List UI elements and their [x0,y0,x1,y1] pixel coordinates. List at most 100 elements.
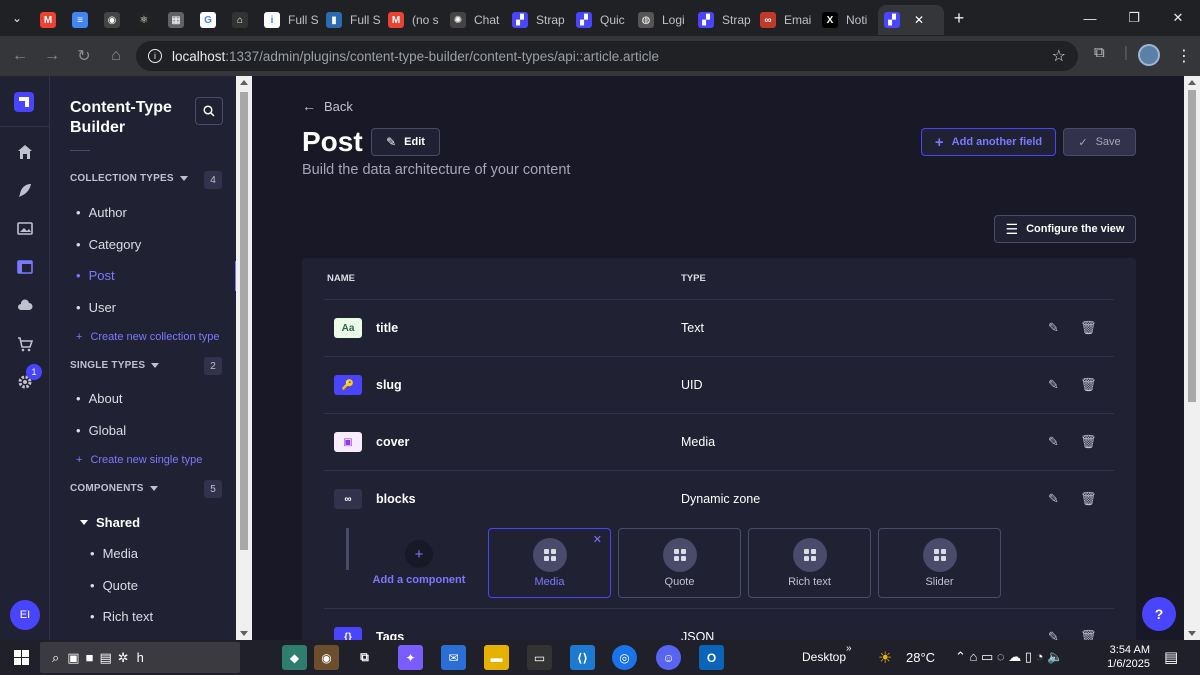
extensions-icon[interactable]: ⧉ [1094,44,1105,61]
profile-avatar[interactable] [1138,44,1160,66]
task-view-icon[interactable]: ⧉ [352,645,377,670]
configure-view-button[interactable]: ☰ Configure the view [994,215,1136,243]
url-input[interactable]: i localhost:1337/admin/plugins/content-t… [136,41,1078,71]
taskbar-search-input[interactable]: ⌕ ▣ ■ ▤ ✲ h [40,642,240,673]
windows-start-icon[interactable] [14,650,29,665]
browser-tab[interactable]: M (no s [382,5,444,35]
trash-icon[interactable]: 🗑 [1080,377,1097,393]
nav-item-rich-text[interactable]: Rich text [90,609,154,624]
browser-tab[interactable]: ▞ ✕ [878,5,944,35]
nav-item-author[interactable]: Author [76,205,127,220]
forward-arrow-icon[interactable]: → [36,40,68,72]
outlook-icon[interactable]: O [699,645,724,670]
search-icon[interactable] [195,97,223,125]
nav-item-about[interactable]: About [76,391,123,406]
browser-menu-icon[interactable]: ⋮ [1176,46,1192,66]
trash-icon[interactable]: 🗑 [1080,629,1097,640]
browser-tab[interactable]: i Full S [258,5,320,35]
subnav-scrollbar[interactable] [236,76,252,640]
scrollbar-thumb[interactable] [240,92,248,550]
new-tab-button[interactable]: + [944,8,974,29]
pencil-icon[interactable]: ✎ [1048,491,1059,507]
nav-item-user[interactable]: User [76,300,116,315]
nav-item-media[interactable]: Media [90,546,138,561]
browser-tab[interactable]: G [194,5,226,35]
site-info-icon[interactable]: i [148,49,162,63]
weather-temperature[interactable]: 28°C [906,650,935,665]
terminal-icon[interactable]: ▭ [527,645,552,670]
media-library-icon[interactable] [15,218,35,238]
taskbar-clock[interactable]: 3:54 AM 1/6/2025 [1100,643,1150,671]
help-question-icon[interactable]: ? [1142,597,1176,631]
nav-item-global[interactable]: Global [76,423,127,438]
browser-tab[interactable]: M [34,5,66,35]
reload-icon[interactable]: ↻ [68,40,100,72]
minimize-icon[interactable]: — [1068,0,1112,36]
nav-item-post[interactable]: Post [76,268,115,283]
desktop-label[interactable]: Desktop [802,650,846,664]
content-type-builder-icon[interactable] [10,252,40,282]
marketplace-cart-icon[interactable] [15,334,35,354]
trash-icon[interactable]: 🗑 [1080,491,1097,507]
home-nav-icon[interactable] [15,142,35,162]
browser-tab[interactable]: X Noti [816,5,878,35]
scroll-down-icon[interactable] [240,631,248,636]
home-icon[interactable]: ⌂ [100,40,132,72]
close-tab-icon[interactable]: ✕ [914,13,924,27]
restore-icon[interactable]: ❐ [1112,0,1156,36]
browser-tab[interactable]: ▦ [162,5,194,35]
back-arrow-icon[interactable]: ← [4,40,36,72]
file-explorer-icon[interactable]: ▬ [484,645,509,670]
single-types-toggle[interactable]: SINGLE TYPES [70,360,160,371]
nav-item-quote[interactable]: Quote [90,578,138,593]
widgets-app-icon[interactable]: ◆ [282,645,307,670]
browser-tab[interactable]: ▞ Quic [570,5,632,35]
back-link[interactable]: ← Back [302,98,353,114]
tray-icons[interactable]: ⌃ ⌂ ▭ ◌ ☁ ▯ ◔ 🔈 [955,649,1063,665]
game-app-icon[interactable]: ◉ [314,645,339,670]
remove-component-icon[interactable]: ✕ [593,533,602,546]
dynamic-zone-component-card[interactable]: Media ✕ [488,528,611,598]
add-component-button[interactable]: + Add a component [364,540,474,586]
trash-icon[interactable]: 🗑 [1080,434,1097,450]
close-window-icon[interactable]: ✕ [1156,0,1200,36]
pencil-icon[interactable]: ✎ [1048,377,1059,393]
browser-tab[interactable]: ◉ [98,5,130,35]
create-collection-type-link[interactable]: Create new collection type [76,331,219,343]
components-group-shared[interactable]: Shared [80,515,140,530]
copilot-icon[interactable]: ✦ [398,645,423,670]
save-button[interactable]: ✓ Save [1063,128,1136,156]
vscode-icon[interactable]: ⟨⟩ [570,645,595,670]
strapi-logo-icon[interactable] [14,92,34,112]
user-avatar[interactable]: EI [10,600,40,630]
dynamic-zone-component-card[interactable]: Rich text [748,528,871,598]
mail-icon[interactable]: ✉ [441,645,466,670]
browser-tab[interactable]: ⚛ [130,5,162,35]
components-toggle[interactable]: COMPONENTS [70,483,158,494]
trash-icon[interactable]: 🗑 [1080,320,1097,336]
browser-tab[interactable]: ▞ Strap [506,5,570,35]
browser-tab[interactable]: ▮ Full S [320,5,382,35]
add-another-field-button[interactable]: + Add another field [921,128,1056,156]
content-manager-feather-icon[interactable] [15,180,35,200]
scrollbar-thumb[interactable] [1188,90,1196,402]
edit-button[interactable]: ✎ Edit [371,128,440,156]
dynamic-zone-component-card[interactable]: Quote [618,528,741,598]
discord-icon[interactable]: ☺ [656,645,681,670]
scroll-up-icon[interactable] [1188,80,1196,85]
scroll-down-icon[interactable] [1188,631,1196,636]
browser-tab[interactable]: ≡ [66,5,98,35]
main-scrollbar[interactable] [1184,76,1200,640]
scroll-up-icon[interactable] [240,80,248,85]
browser-tab[interactable]: ▞ Strap [692,5,754,35]
pencil-icon[interactable]: ✎ [1048,434,1059,450]
bookmark-star-icon[interactable]: ☆ [1052,46,1066,66]
browser-tab[interactable]: ∞ Emai [754,5,816,35]
cloud-icon[interactable] [15,295,35,315]
chrome-icon[interactable]: ◎ [612,645,637,670]
create-single-type-link[interactable]: Create new single type [76,454,202,466]
collection-types-toggle[interactable]: COLLECTION TYPES [70,173,188,184]
notifications-icon[interactable]: ▤ [1164,648,1178,666]
browser-tab[interactable]: ⌂ [226,5,258,35]
pencil-icon[interactable]: ✎ [1048,629,1059,640]
